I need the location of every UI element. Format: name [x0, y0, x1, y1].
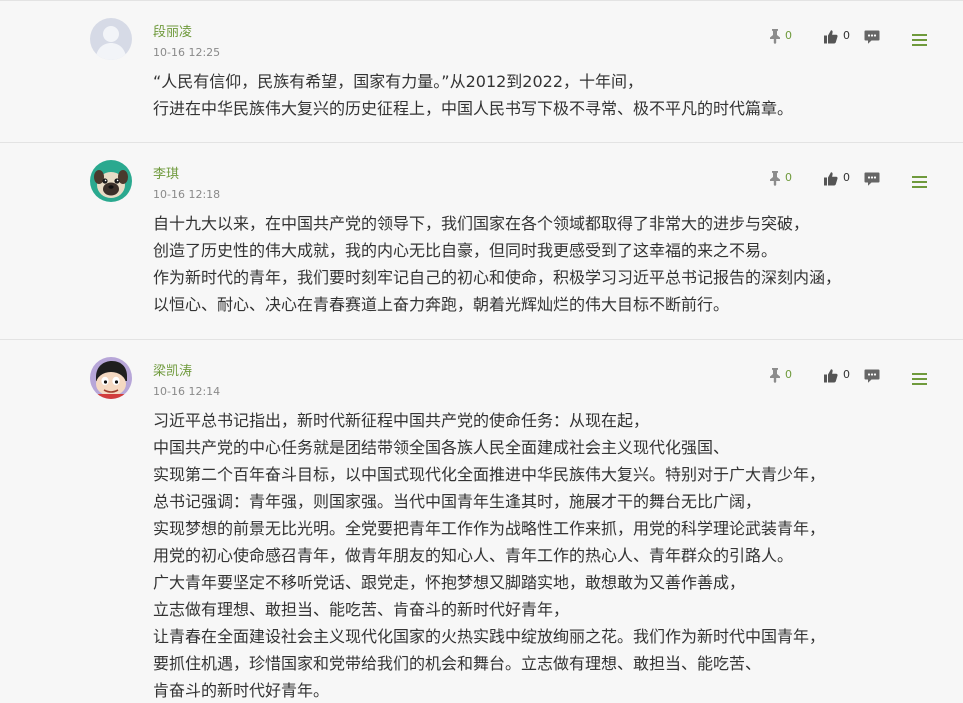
thumbs-up-icon — [823, 29, 838, 44]
pin-button[interactable]: 0 — [768, 169, 792, 187]
reply-button[interactable] — [864, 367, 880, 385]
comment-line: 要抓住机遇，珍惜国家和党带给我们的机会和舞台。立志做有理想、敢担当、能吃苦、 — [153, 654, 762, 673]
comment-line: 广大青年要坚定不移听党话、跟党走，怀抱梦想又脚踏实地，敢想敢为又善作善成， — [153, 573, 746, 592]
pin-icon — [768, 28, 782, 44]
reply-button[interactable] — [864, 28, 880, 46]
comment-line: 行进在中华民族伟大复兴的历史征程上，中国人民书写下极不寻常、极不平凡的时代篇章。 — [153, 99, 794, 118]
comment-author[interactable]: 段丽凌 — [153, 25, 192, 41]
avatar[interactable] — [90, 18, 132, 60]
comment-line: 实现第二个百年奋斗目标，以中国式现代化全面推进中华民族伟大复兴。特别对于广大青少… — [153, 465, 826, 484]
comment-list: 段丽凌 10-16 12:25 0 0 “人民有信仰，民族有希望，国家有力量。”… — [0, 0, 963, 703]
comment-line: 让青春在全面建设社会主义现代化国家的火热实践中绽放绚丽之花。我们作为新时代中国青… — [153, 627, 826, 646]
comment-author[interactable]: 梁凯涛 — [153, 364, 192, 380]
comment-bubble-icon — [864, 368, 880, 384]
comment-time: 10-16 12:14 — [153, 385, 221, 398]
comment-line: 肯奋斗的新时代好青年。 — [153, 681, 330, 700]
thumbs-up-icon — [823, 368, 838, 383]
pin-count: 0 — [785, 171, 792, 184]
avatar[interactable] — [90, 160, 132, 202]
pin-icon — [768, 170, 782, 186]
like-button[interactable]: 0 — [823, 366, 850, 384]
avatar[interactable] — [90, 357, 132, 399]
comment-bubble-icon — [864, 29, 880, 45]
like-button[interactable]: 0 — [823, 169, 850, 187]
reply-button[interactable] — [864, 170, 880, 188]
comment-line: 用党的初心使命感召青年，做青年朋友的知心人、青年工作的热心人、青年群众的引路人。 — [153, 546, 794, 565]
comment-time: 10-16 12:18 — [153, 188, 221, 201]
hamburger-menu-icon[interactable] — [912, 34, 927, 46]
comment-body: “人民有信仰，民族有希望，国家有力量。”从2012到2022，十年间， 行进在中… — [153, 68, 933, 122]
comment-body: 自十九大以来，在中国共产党的领导下，我们国家在各个领域都取得了非常大的进步与突破… — [153, 210, 933, 318]
comment-line: 习近平总书记指出，新时代新征程中国共产党的使命任务：从现在起， — [153, 411, 650, 430]
like-count: 0 — [843, 171, 850, 184]
comment-line: 创造了历史性的伟大成就，我的内心无比自豪，但同时我更感受到了这幸福的来之不易。 — [153, 241, 778, 260]
comment-line: 立志做有理想、敢担当、能吃苦、肯奋斗的新时代好青年， — [153, 600, 570, 619]
like-count: 0 — [843, 29, 850, 42]
pin-count: 0 — [785, 29, 792, 42]
pin-count: 0 — [785, 368, 792, 381]
thumbs-up-icon — [823, 171, 838, 186]
comment-line: 中国共产党的中心任务就是团结带领全国各族人民全面建成社会主义现代化强国、 — [153, 438, 730, 457]
pin-button[interactable]: 0 — [768, 27, 792, 45]
comment-line: 自十九大以来，在中国共产党的领导下，我们国家在各个领域都取得了非常大的进步与突破… — [153, 214, 810, 233]
like-button[interactable]: 0 — [823, 27, 850, 45]
hamburger-menu-icon[interactable] — [912, 176, 927, 188]
like-count: 0 — [843, 368, 850, 381]
comment-line: 作为新时代的青年，我们要时刻牢记自己的初心和使命，积极学习习近平总书记报告的深刻… — [153, 268, 842, 287]
comment-line: 实现梦想的前景无比光明。全党要把青年工作作为战略性工作来抓，用党的科学理论武装青… — [153, 519, 826, 538]
comment-body: 习近平总书记指出，新时代新征程中国共产党的使命任务：从现在起， 中国共产党的中心… — [153, 407, 933, 703]
comment-item: 李琪 10-16 12:18 0 0 自十九大以来，在中国共产党的领导下，我们国… — [0, 143, 963, 340]
hamburger-menu-icon[interactable] — [912, 373, 927, 385]
pin-icon — [768, 367, 782, 383]
comment-author[interactable]: 李琪 — [153, 167, 179, 183]
comment-line: 以恒心、耐心、决心在青春赛道上奋力奔跑，朝着光辉灿烂的伟大目标不断前行。 — [153, 295, 730, 314]
comment-item: 段丽凌 10-16 12:25 0 0 “人民有信仰，民族有希望，国家有力量。”… — [0, 0, 963, 143]
comment-bubble-icon — [864, 171, 880, 187]
comment-line: “人民有信仰，民族有希望，国家有力量。”从2012到2022，十年间， — [153, 72, 644, 91]
comment-item: 梁凯涛 10-16 12:14 0 0 习近平总书记指出，新时代新征程中国共产党… — [0, 340, 963, 703]
pin-button[interactable]: 0 — [768, 366, 792, 384]
comment-line: 总书记强调：青年强，则国家强。当代中国青年生逢其时，施展才干的舞台无比广阔， — [153, 492, 762, 511]
comment-time: 10-16 12:25 — [153, 46, 221, 59]
